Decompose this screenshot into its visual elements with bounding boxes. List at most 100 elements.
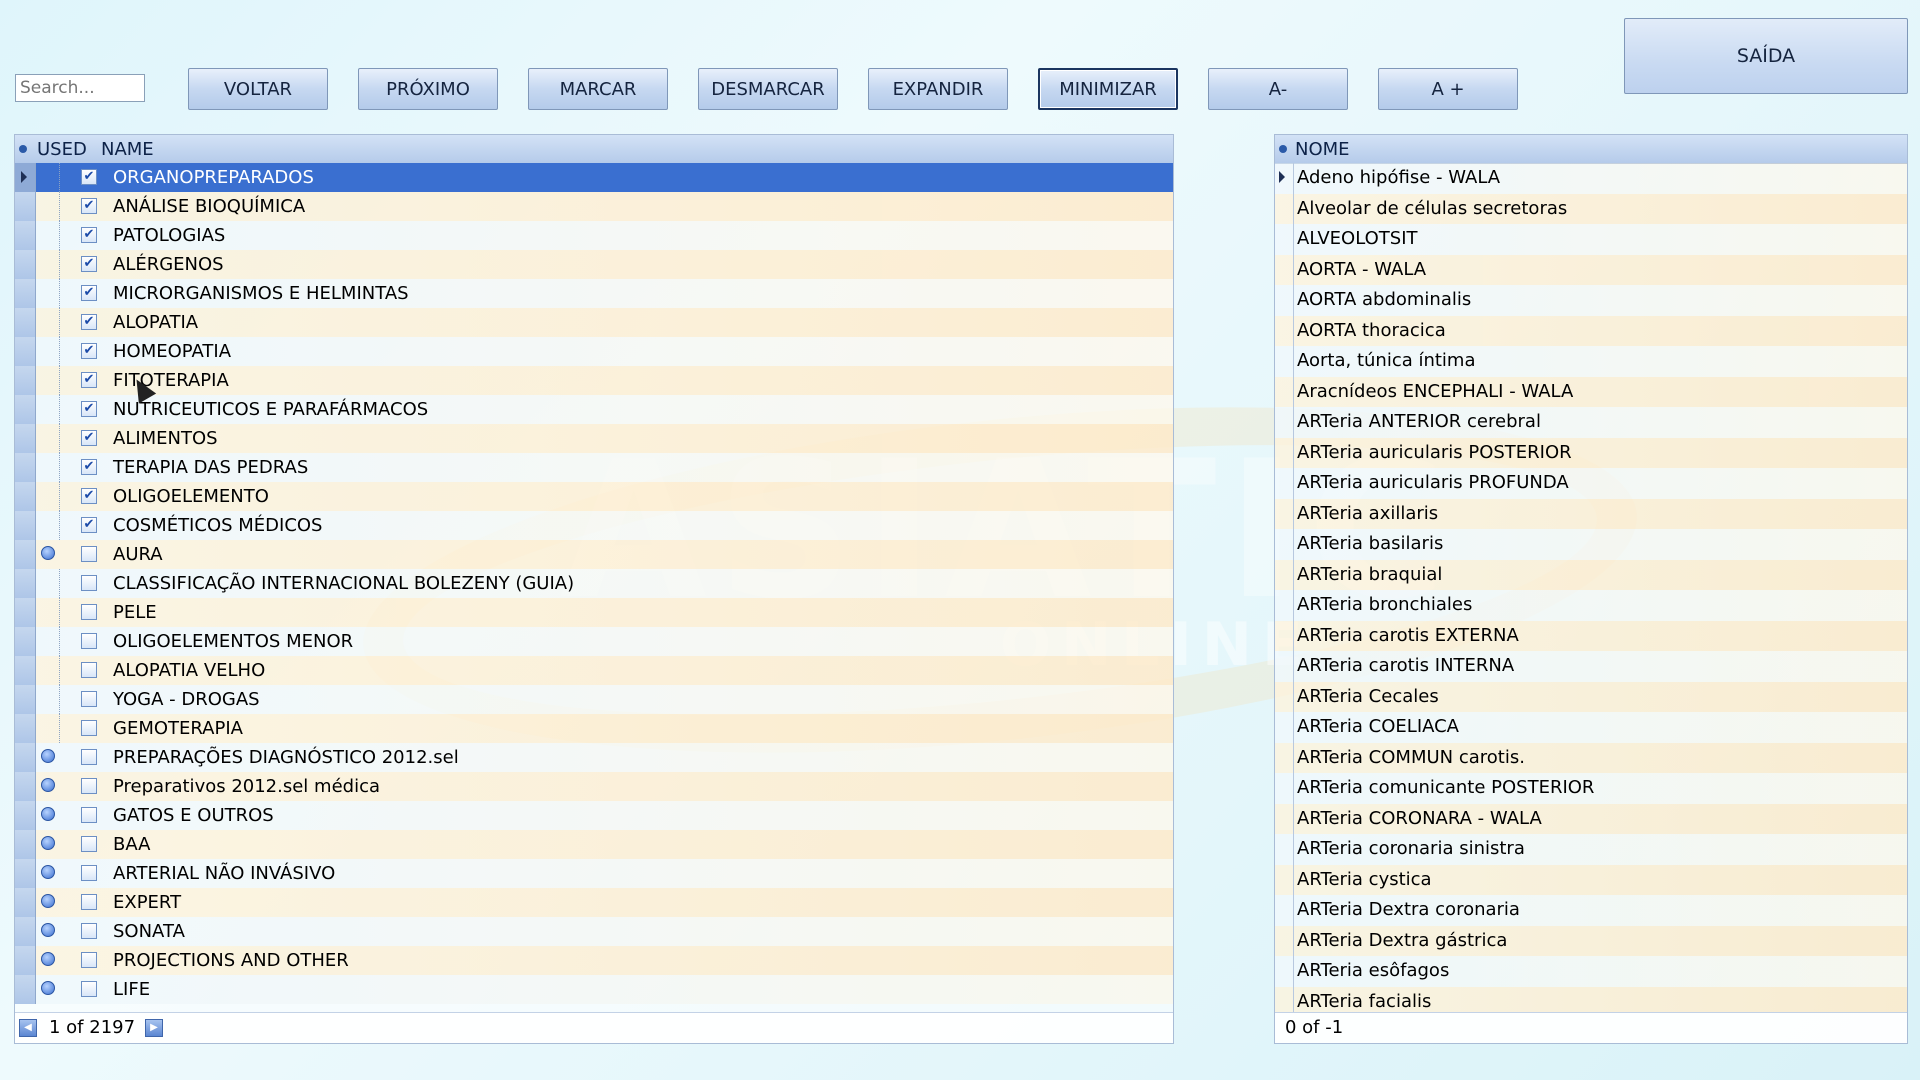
table-row[interactable]: ✔ HOMEOPATIA	[15, 337, 1173, 366]
table-row[interactable]: ✔ MICRORGANISMOS E HELMINTAS	[15, 279, 1173, 308]
table-row[interactable]: LIFE	[15, 975, 1173, 1004]
list-item[interactable]: AORTA - WALA	[1275, 254, 1907, 285]
list-item[interactable]: ARTeria auricularis POSTERIOR	[1275, 437, 1907, 468]
row-checkbox[interactable]	[81, 662, 97, 678]
table-row[interactable]: OLIGOELEMENTOS MENOR	[15, 627, 1173, 656]
list-item[interactable]: ARTeria Dextra gástrica	[1275, 925, 1907, 956]
row-checkbox[interactable]	[81, 836, 97, 852]
table-row[interactable]: PELE	[15, 598, 1173, 627]
expand-plus-icon[interactable]	[41, 749, 55, 763]
proximo-button[interactable]: PRÓXIMO	[358, 68, 498, 110]
list-item[interactable]: ARTeria CORONARA - WALA	[1275, 803, 1907, 834]
table-row[interactable]: ✔ TERAPIA DAS PEDRAS	[15, 453, 1173, 482]
row-checkbox[interactable]	[81, 633, 97, 649]
list-item[interactable]: ARTeria COMMUN carotis.	[1275, 742, 1907, 773]
desmarcar-button[interactable]: DESMARCAR	[698, 68, 838, 110]
row-checkbox[interactable]	[81, 807, 97, 823]
row-checkbox[interactable]: ✔	[81, 372, 97, 388]
list-item[interactable]: ARTeria Cecales	[1275, 681, 1907, 712]
font-decrease-button[interactable]: A-	[1208, 68, 1348, 110]
row-checkbox[interactable]: ✔	[81, 343, 97, 359]
table-row[interactable]: GEMOTERAPIA	[15, 714, 1173, 743]
list-item[interactable]: ARTeria braquial	[1275, 559, 1907, 590]
expand-plus-icon[interactable]	[41, 836, 55, 850]
expand-plus-icon[interactable]	[41, 546, 55, 560]
row-checkbox[interactable]	[81, 575, 97, 591]
row-checkbox[interactable]: ✔	[81, 198, 97, 214]
expand-plus-icon[interactable]	[41, 865, 55, 879]
table-row[interactable]: SONATA	[15, 917, 1173, 946]
expand-plus-icon[interactable]	[41, 952, 55, 966]
list-item[interactable]: Aracnídeos ENCEPHALI - WALA	[1275, 376, 1907, 407]
table-row[interactable]: PREPARAÇÕES DIAGNÓSTICO 2012.sel	[15, 743, 1173, 772]
list-item[interactable]: ARTeria esôfagos	[1275, 956, 1907, 987]
row-checkbox[interactable]: ✔	[81, 169, 97, 185]
table-row[interactable]: ✔ ORGANOPREPARADOS	[15, 163, 1173, 192]
row-checkbox[interactable]	[81, 546, 97, 562]
table-row[interactable]: ✔ COSMÉTICOS MÉDICOS	[15, 511, 1173, 540]
list-item[interactable]: ARTeria facialis	[1275, 986, 1907, 1013]
table-row[interactable]: ✔ ANÁLISE BIOQUÍMICA	[15, 192, 1173, 221]
row-checkbox[interactable]: ✔	[81, 314, 97, 330]
list-item[interactable]: AORTA thoracica	[1275, 315, 1907, 346]
row-checkbox[interactable]	[81, 604, 97, 620]
row-checkbox[interactable]: ✔	[81, 401, 97, 417]
table-row[interactable]: ✔ NUTRICEUTICOS E PARAFÁRMACOS	[15, 395, 1173, 424]
list-item[interactable]: ARTeria axillaris	[1275, 498, 1907, 529]
table-row[interactable]: ✔ FITOTERAPIA	[15, 366, 1173, 395]
expand-plus-icon[interactable]	[41, 807, 55, 821]
table-row[interactable]: PROJECTIONS AND OTHER	[15, 946, 1173, 975]
list-item[interactable]: Alveolar de células secretoras	[1275, 193, 1907, 224]
voltar-button[interactable]: VOLTAR	[188, 68, 328, 110]
table-row[interactable]: AURA	[15, 540, 1173, 569]
list-item[interactable]: Aorta, túnica íntima	[1275, 346, 1907, 377]
list-item[interactable]: ARTeria COELIACA	[1275, 712, 1907, 743]
row-checkbox[interactable]: ✔	[81, 459, 97, 475]
table-row[interactable]: ✔ ALÉRGENOS	[15, 250, 1173, 279]
row-checkbox[interactable]	[81, 865, 97, 881]
table-row[interactable]: ✔ ALOPATIA	[15, 308, 1173, 337]
list-item[interactable]: ARTeria bronchiales	[1275, 590, 1907, 621]
list-item[interactable]: ARTeria Dextra coronaria	[1275, 895, 1907, 926]
row-checkbox[interactable]: ✔	[81, 517, 97, 533]
col-nome-header[interactable]: NOME	[1295, 139, 1350, 160]
search-input[interactable]	[15, 74, 145, 102]
col-used-header[interactable]: USED	[37, 139, 87, 160]
row-checkbox[interactable]: ✔	[81, 285, 97, 301]
table-row[interactable]: ✔ ALIMENTOS	[15, 424, 1173, 453]
table-row[interactable]: YOGA - DROGAS	[15, 685, 1173, 714]
table-row[interactable]: ALOPATIA VELHO	[15, 656, 1173, 685]
list-item[interactable]: ARTeria carotis EXTERNA	[1275, 620, 1907, 651]
expand-plus-icon[interactable]	[41, 981, 55, 995]
expand-plus-icon[interactable]	[41, 923, 55, 937]
list-item[interactable]: ARTeria basilaris	[1275, 529, 1907, 560]
expand-plus-icon[interactable]	[41, 894, 55, 908]
list-item[interactable]: ARTeria coronaria sinistra	[1275, 834, 1907, 865]
minimizar-button[interactable]: MINIMIZAR	[1038, 68, 1178, 110]
expandir-button[interactable]: EXPANDIR	[868, 68, 1008, 110]
list-item[interactable]: ARTeria cystica	[1275, 864, 1907, 895]
font-increase-button[interactable]: A +	[1378, 68, 1518, 110]
table-row[interactable]: ARTERIAL NÃO INVÁSIVO	[15, 859, 1173, 888]
table-row[interactable]: EXPERT	[15, 888, 1173, 917]
table-row[interactable]: BAA	[15, 830, 1173, 859]
list-item[interactable]: ARTeria comunicante POSTERIOR	[1275, 773, 1907, 804]
list-item[interactable]: Adeno hipófise - WALA	[1275, 163, 1907, 194]
table-row[interactable]: ✔ OLIGOELEMENTO	[15, 482, 1173, 511]
row-checkbox[interactable]	[81, 691, 97, 707]
expand-plus-icon[interactable]	[41, 778, 55, 792]
list-item[interactable]: ARTeria carotis INTERNA	[1275, 651, 1907, 682]
row-checkbox[interactable]: ✔	[81, 256, 97, 272]
prev-page-icon[interactable]: ◀	[19, 1019, 37, 1037]
next-page-icon[interactable]: ▶	[145, 1019, 163, 1037]
row-checkbox[interactable]	[81, 749, 97, 765]
row-checkbox[interactable]	[81, 923, 97, 939]
list-item[interactable]: ARTeria ANTERIOR cerebral	[1275, 407, 1907, 438]
list-item[interactable]: AORTA abdominalis	[1275, 285, 1907, 316]
row-checkbox[interactable]	[81, 720, 97, 736]
table-row[interactable]: CLASSIFICAÇÃO INTERNACIONAL BOLEZENY (GU…	[15, 569, 1173, 598]
table-row[interactable]: GATOS E OUTROS	[15, 801, 1173, 830]
exit-button[interactable]: SAÍDA	[1624, 18, 1908, 94]
row-checkbox[interactable]: ✔	[81, 430, 97, 446]
table-row[interactable]: ✔ PATOLOGIAS	[15, 221, 1173, 250]
